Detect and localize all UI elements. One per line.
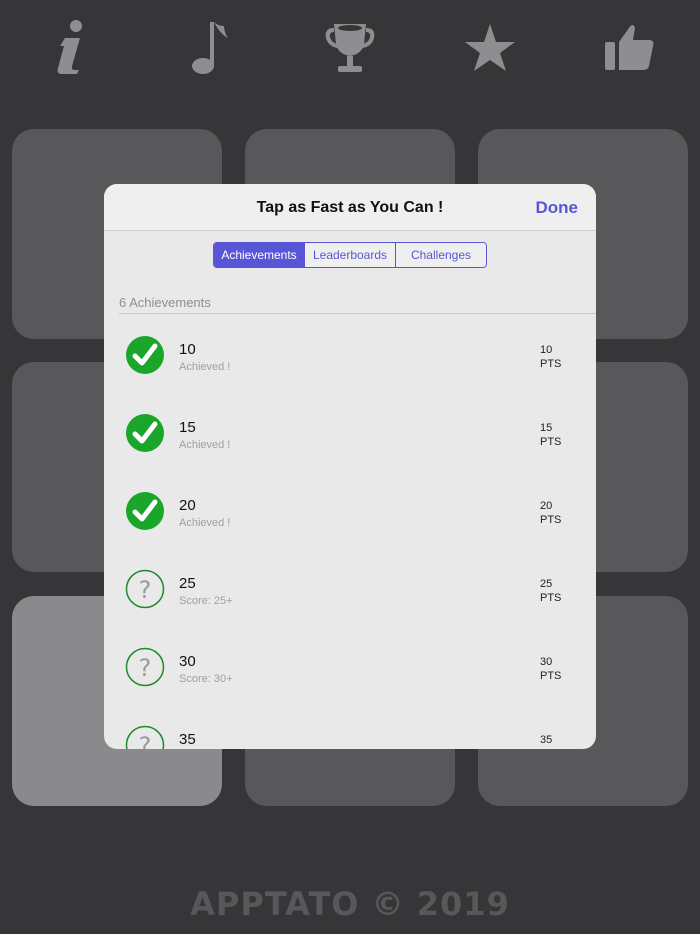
list-item[interactable]: ? 25 Score: 25+ 25 PTS xyxy=(104,551,596,629)
points-label: PTS xyxy=(540,592,562,604)
achievement-title: 30 xyxy=(179,653,196,670)
modal-header: Tap as Fast as You Can ! Done xyxy=(104,184,596,231)
divider xyxy=(119,313,596,314)
question-mark-icon: ? xyxy=(125,647,165,687)
achievement-points: 35 xyxy=(540,733,580,747)
list-item[interactable]: 20 Achieved ! 20 PTS xyxy=(104,473,596,551)
achievement-title: 10 xyxy=(179,341,196,358)
points-label: PTS xyxy=(540,436,562,448)
achievement-title: 35 xyxy=(179,731,196,748)
list-item[interactable]: ? 30 Score: 30+ 30 PTS xyxy=(104,629,596,707)
achievement-title: 15 xyxy=(179,419,196,436)
achievement-points: 25 PTS xyxy=(540,577,580,605)
achievement-points: 10 PTS xyxy=(540,343,580,371)
points-value: 20 xyxy=(540,500,553,512)
question-mark-icon: ? xyxy=(125,725,165,749)
points-value: 30 xyxy=(540,656,553,668)
achievement-points: 30 PTS xyxy=(540,655,580,683)
segmented-control: Achievements Leaderboards Challenges xyxy=(213,242,487,268)
list-item[interactable]: 15 Achieved ! 15 PTS xyxy=(104,395,596,473)
info-icon[interactable] xyxy=(38,16,102,80)
done-button[interactable]: Done xyxy=(536,198,579,218)
achievement-title: 20 xyxy=(179,497,196,514)
achievements-count: 6 Achievements xyxy=(119,295,211,310)
tab-challenges[interactable]: Challenges xyxy=(396,243,486,267)
points-value: 25 xyxy=(540,578,553,590)
svg-text:?: ? xyxy=(139,576,152,604)
points-value: 35 xyxy=(540,734,553,746)
achievement-points: 20 PTS xyxy=(540,499,580,527)
top-toolbar xyxy=(0,0,700,100)
points-label: PTS xyxy=(540,670,562,682)
list-item[interactable]: 10 Achieved ! 10 PTS xyxy=(104,317,596,395)
trophy-icon[interactable] xyxy=(318,16,382,80)
game-center-modal: Tap as Fast as You Can ! Done Achievemen… xyxy=(104,184,596,749)
question-mark-icon: ? xyxy=(125,569,165,609)
achievement-title: 25 xyxy=(179,575,196,592)
achievement-subtitle: Achieved ! xyxy=(179,439,231,451)
checkmark-icon xyxy=(125,491,165,531)
achievement-subtitle: Score: 25+ xyxy=(179,595,233,607)
points-label: PTS xyxy=(540,358,562,370)
points-label: PTS xyxy=(540,514,562,526)
points-value: 15 xyxy=(540,422,553,434)
checkmark-icon xyxy=(125,413,165,453)
music-note-icon[interactable] xyxy=(178,16,242,80)
svg-text:?: ? xyxy=(139,654,152,682)
modal-title: Tap as Fast as You Can ! xyxy=(256,199,444,216)
star-icon[interactable] xyxy=(458,16,522,80)
list-item[interactable]: ? 35 35 xyxy=(104,707,596,749)
svg-text:?: ? xyxy=(139,732,152,749)
tab-leaderboards[interactable]: Leaderboards xyxy=(305,243,396,267)
thumbs-up-icon[interactable] xyxy=(598,16,662,80)
tab-achievements[interactable]: Achievements xyxy=(214,243,305,267)
achievement-points: 15 PTS xyxy=(540,421,580,449)
copyright-footer: APPTATO © 2019 xyxy=(190,885,510,923)
achievement-subtitle: Score: 30+ xyxy=(179,673,233,685)
checkmark-icon xyxy=(125,335,165,375)
achievement-subtitle: Achieved ! xyxy=(179,517,231,529)
points-value: 10 xyxy=(540,344,553,356)
achievement-subtitle: Achieved ! xyxy=(179,361,231,373)
